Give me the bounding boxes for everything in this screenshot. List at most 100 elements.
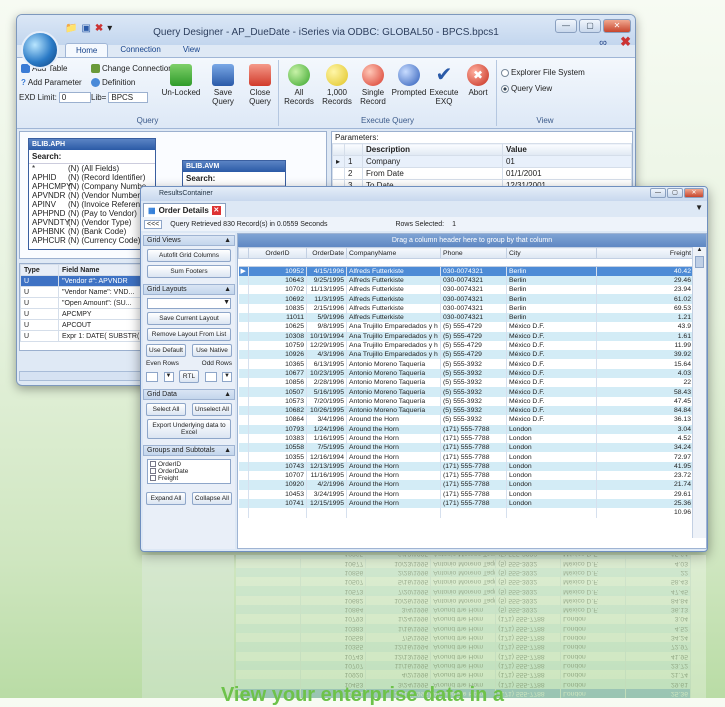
row-selector[interactable]: [238, 285, 249, 295]
column-header-orderid[interactable]: OrderID: [248, 247, 307, 259]
table-cell[interactable]: México D.F.: [506, 359, 597, 369]
table-cell[interactable]: 10741: [248, 498, 307, 509]
rtl-button[interactable]: RTL: [179, 370, 199, 383]
table-cell[interactable]: Around the Horn: [430, 632, 496, 643]
table-cell[interactable]: 58.43: [596, 387, 694, 397]
table-row[interactable]: 1067710/23/1995Antonio Moreno Taquería(5…: [238, 368, 694, 379]
table-cell[interactable]: México D.F.: [506, 378, 597, 388]
column-header-companyname[interactable]: CompanyName: [346, 247, 441, 259]
table-cell[interactable]: 5/16/1995: [365, 577, 431, 587]
table-cell[interactable]: Antonio Moreno Taquería: [346, 387, 441, 397]
table-cell[interactable]: Around the Horn: [346, 415, 441, 425]
table-cell[interactable]: Berlin: [506, 266, 597, 276]
table-row[interactable]: 10741 12/15/1995 Around the Horn (171) 555-…: [238, 498, 694, 509]
table-cell[interactable]: Berlin: [506, 303, 597, 313]
row-selector[interactable]: [238, 396, 249, 406]
table-cell[interactable]: 34.24: [596, 443, 694, 453]
table-cell[interactable]: 11/3/1995: [306, 294, 347, 304]
table-row[interactable]: 108562/28/1996Antonio Moreno Taquería(5)…: [236, 567, 691, 578]
row-selector[interactable]: [238, 387, 249, 397]
table-cell[interactable]: (5) 555-4729: [440, 350, 507, 360]
table-cell[interactable]: (171) 555-7788: [440, 489, 507, 499]
table-cell[interactable]: Ana Trujillo Emparedados y h: [346, 340, 441, 351]
table-cell[interactable]: 12/15/1995: [306, 498, 347, 509]
even-dropdown-icon[interactable]: ▼: [163, 371, 174, 382]
exd-limit-input[interactable]: 0: [58, 92, 91, 103]
table-cell[interactable]: London: [506, 480, 597, 490]
table-cell[interactable]: London: [506, 489, 597, 499]
table-cell[interactable]: Around the Horn: [346, 424, 441, 434]
table-cell[interactable]: 41.95: [625, 651, 691, 661]
row-selector[interactable]: [238, 303, 249, 313]
table-cell[interactable]: 10573: [248, 396, 307, 406]
table-cell[interactable]: Alfreds Futterkiste: [346, 303, 441, 313]
maximize-icon[interactable]: ▢: [579, 19, 601, 33]
table-cell[interactable]: (5) 555-3932: [495, 595, 561, 606]
table-aph-search[interactable]: Search:: [29, 150, 155, 164]
table-cell[interactable]: 10952: [248, 266, 307, 276]
table-cell[interactable]: Around the Horn: [430, 614, 496, 624]
table-cell[interactable]: Around the Horn: [346, 443, 441, 453]
table-cell[interactable]: (171) 555-7788: [495, 642, 561, 652]
tab-order-details[interactable]: ▦ Order Details ✕: [143, 203, 226, 217]
table-cell[interactable]: 10625: [248, 322, 307, 332]
tab-connection[interactable]: Connection: [110, 43, 170, 57]
table-row[interactable]: 103656/13/1995Antonio Moreno Taquería(5)…: [236, 555, 691, 559]
table-cell[interactable]: London: [506, 433, 597, 444]
table-cell[interactable]: 4.03: [625, 558, 691, 568]
table-cell[interactable]: 030-0074321: [440, 303, 507, 313]
column-header-city[interactable]: City: [506, 247, 597, 259]
table-cell[interactable]: 5/16/1995: [306, 387, 347, 397]
table-cell[interactable]: (5) 555-3932: [440, 378, 507, 388]
row-selector[interactable]: [238, 452, 249, 462]
table-cell[interactable]: 10643: [248, 275, 307, 286]
table-field-row[interactable]: APVNDTY (N) (Vendor Type): [29, 218, 155, 227]
table-row[interactable]: 105737/20/1995Antonio Moreno Taquería(5)…: [236, 586, 691, 596]
table-cell[interactable]: (5) 555-3932: [440, 396, 507, 406]
row-selector[interactable]: [238, 424, 249, 434]
table-cell[interactable]: 12/13/1995: [306, 461, 347, 472]
table-cell[interactable]: 10920: [248, 480, 307, 490]
group-field-checkbox[interactable]: OrderDate: [150, 468, 228, 475]
table-row[interactable]: 1068210/26/1995Antonio Moreno Taquería(5…: [236, 595, 691, 606]
table-cell[interactable]: 5/9/1996: [306, 312, 347, 323]
table-row[interactable]: 10707 11/16/1995 Around the Horn (171) 555-…: [236, 660, 691, 671]
table-cell[interactable]: 6/13/1995: [306, 359, 347, 369]
table-cell[interactable]: London: [506, 452, 597, 462]
table-cell[interactable]: 10707: [248, 471, 307, 481]
table-cell[interactable]: (171) 555-7788: [495, 670, 561, 680]
add-parameter-button[interactable]: ? Add Parameter: [21, 78, 82, 87]
table-cell[interactable]: [248, 508, 307, 518]
table-cell[interactable]: México D.F.: [506, 396, 597, 406]
table-cell[interactable]: [506, 508, 597, 518]
grid-views-section[interactable]: Grid Views ▲: [143, 235, 235, 246]
table-cell[interactable]: (171) 555-7788: [495, 651, 561, 661]
table-cell[interactable]: (5) 555-4729: [440, 340, 507, 351]
table-cell[interactable]: 23.72: [596, 471, 694, 481]
collapse-all-button[interactable]: Collapse All: [192, 492, 232, 505]
results-table[interactable]: OrderID OrderDate CompanyName Phone City Frei…: [238, 247, 694, 518]
table-cell[interactable]: Antonio Moreno Taquería: [346, 405, 441, 416]
close-icon[interactable]: ✕: [603, 19, 631, 33]
table-cell[interactable]: 4.52: [625, 623, 691, 633]
odd-color-picker[interactable]: [204, 371, 217, 382]
table-cell[interactable]: (171) 555-7788: [440, 452, 507, 462]
results-grid[interactable]: Drag a column header here to group by th…: [237, 233, 707, 549]
table-cell[interactable]: Antonio Moreno Taquería: [430, 555, 496, 559]
table-cell[interactable]: Antonio Moreno Taquería: [346, 396, 441, 406]
table-cell[interactable]: Around the Horn: [430, 623, 496, 633]
table-cell[interactable]: 10383: [300, 623, 366, 633]
row-selector[interactable]: [238, 322, 249, 332]
table-cell[interactable]: (171) 555-7788: [440, 498, 507, 509]
row-selector[interactable]: [236, 558, 301, 568]
field-row[interactable]: U APCOUT: [20, 319, 154, 331]
table-field-row[interactable]: APHBNK (N) (Bank Code): [29, 227, 155, 236]
table-cell[interactable]: Around the Horn: [346, 461, 441, 472]
table-cell[interactable]: México D.F.: [506, 405, 597, 416]
collapse-panel-button[interactable]: <<<: [144, 219, 163, 229]
table-cell[interactable]: 9/25/1995: [306, 275, 347, 286]
minimize-icon[interactable]: —: [555, 19, 577, 33]
table-cell[interactable]: 12/16/1994: [365, 642, 431, 652]
explorer-fs-radio[interactable]: Explorer File System: [501, 68, 585, 77]
table-row[interactable]: 10383 1/16/1995 Around the Horn (171) 555-7…: [236, 623, 691, 633]
